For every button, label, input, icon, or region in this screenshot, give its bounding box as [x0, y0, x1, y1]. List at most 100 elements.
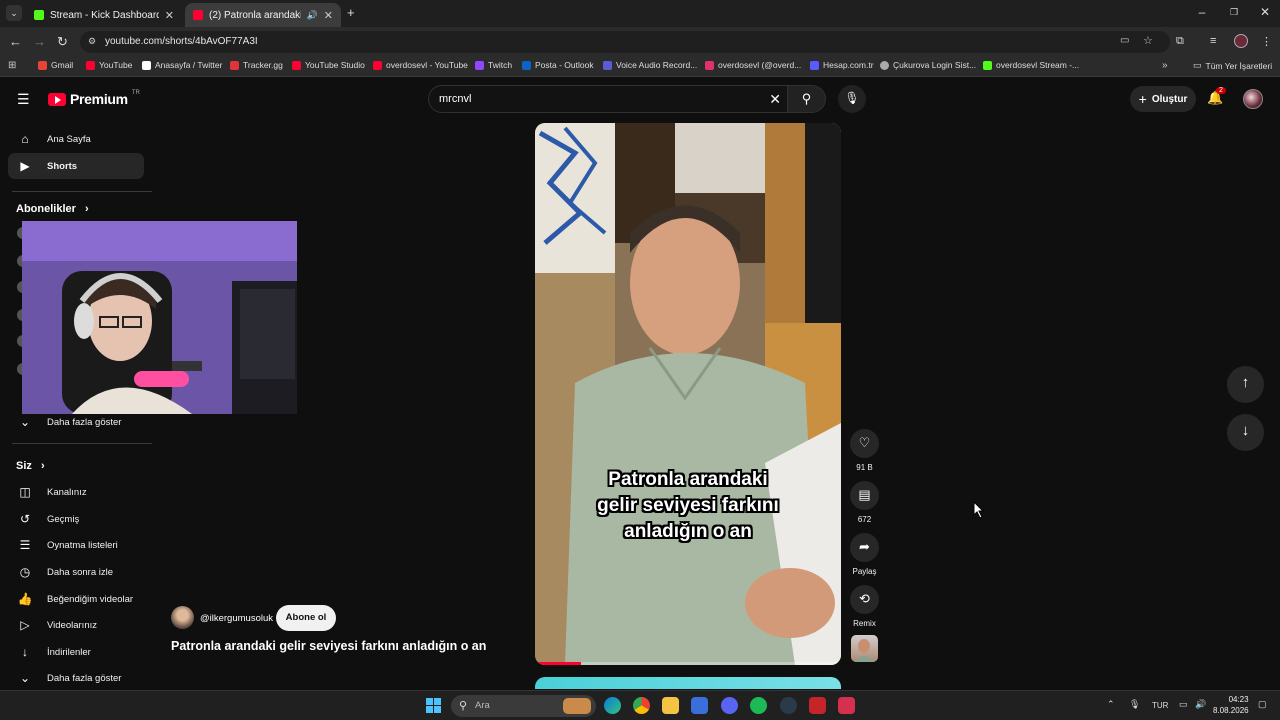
- bookmark-youtube-studio[interactable]: YouTube Studio: [292, 60, 365, 70]
- sidebar-item-downloads[interactable]: ↓ İndirilenler: [8, 639, 144, 665]
- minimize-button[interactable]: –: [1192, 5, 1212, 19]
- bookmark-overdosevl-youtube[interactable]: overdosevl - YouTube: [373, 60, 468, 70]
- tab-youtube-short[interactable]: (2) Patronla arandaki gelir s 🔊 ✕: [185, 3, 341, 27]
- windows-start-icon[interactable]: [426, 698, 441, 713]
- sidebar-item-shorts[interactable]: ▶ Shorts: [8, 153, 144, 179]
- new-tab-button[interactable]: +: [347, 5, 355, 20]
- spotify-icon[interactable]: [750, 697, 767, 714]
- channel-avatar[interactable]: [171, 606, 194, 629]
- language-indicator[interactable]: TUR: [1152, 701, 1168, 710]
- all-bookmarks-label: Tüm Yer İşaretleri: [1205, 60, 1273, 71]
- youtube-premium-logo[interactable]: Premium TR: [48, 90, 140, 107]
- bookmark-youtube[interactable]: YouTube: [86, 60, 132, 70]
- menu-dots-icon[interactable]: ⋮: [1261, 35, 1272, 48]
- subscriptions-heading[interactable]: Abonelikler ›: [16, 203, 89, 215]
- network-icon[interactable]: ▭: [1179, 699, 1188, 710]
- volume-icon[interactable]: 🔊: [1195, 699, 1206, 710]
- obs-icon[interactable]: [809, 697, 826, 714]
- sound-thumbnail[interactable]: [851, 635, 878, 662]
- sound-thumbnail-image: [854, 639, 875, 662]
- media-control-icon[interactable]: ≡: [1210, 35, 1216, 47]
- bookmark-kick-stream[interactable]: overdosevl Stream -...: [983, 60, 1079, 70]
- bookmark-hesap[interactable]: Hesap.com.tr: [810, 60, 874, 70]
- taskbar-clock[interactable]: 04:23 8.08.2026: [1213, 694, 1249, 716]
- reload-button[interactable]: ↻: [57, 34, 68, 50]
- sidebar-item-liked-videos[interactable]: 👍 Beğendiğim videolar: [8, 586, 144, 612]
- profile-avatar[interactable]: [1234, 34, 1248, 48]
- back-button[interactable]: ←: [9, 34, 22, 49]
- voice-search-button[interactable]: 🎙: [838, 85, 866, 113]
- taskbar-search[interactable]: ⚲ Ara: [451, 695, 596, 717]
- bookmark-outlook[interactable]: Posta - Outlook: [522, 60, 594, 70]
- apps-grid-icon[interactable]: ⊞: [8, 60, 16, 71]
- bookmark-voice-recorder[interactable]: Voice Audio Record...: [603, 60, 697, 70]
- clear-search-icon[interactable]: ✕: [769, 91, 781, 108]
- sidebar-item-your-channel[interactable]: ◫ Kanalınız: [8, 479, 144, 505]
- file-explorer-icon[interactable]: [662, 697, 679, 714]
- sidebar-item-playlists[interactable]: ☰ Oynatma listeleri: [8, 532, 144, 558]
- restore-button[interactable]: ❐: [1224, 7, 1244, 18]
- cast-icon[interactable]: ▭: [1120, 35, 1129, 46]
- you-show-more[interactable]: ⌄ Daha fazla göster: [8, 665, 144, 691]
- audio-playing-icon[interactable]: 🔊: [307, 10, 318, 21]
- discord-icon[interactable]: [721, 697, 738, 714]
- tray-chevron-icon[interactable]: ⌃: [1107, 699, 1115, 710]
- youtube-icon: [86, 60, 95, 70]
- chrome-icon[interactable]: [633, 697, 650, 714]
- sidebar-item-watch-later[interactable]: ◷ Daha sonra izle: [8, 559, 144, 585]
- sidebar-item-history[interactable]: ↺ Geçmiş: [8, 506, 144, 532]
- all-bookmarks-folder[interactable]: ▭ Tüm Yer İşaretleri: [1193, 60, 1272, 71]
- video-progress-bar[interactable]: [535, 662, 841, 665]
- remix-button[interactable]: ⟲: [850, 585, 879, 614]
- webcam-scene: [22, 221, 297, 414]
- extensions-icon[interactable]: ⧉: [1176, 35, 1184, 48]
- bookmark-star-icon[interactable]: ☆: [1143, 34, 1153, 47]
- short-title[interactable]: Patronla arandaki gelir seviyesi farkını…: [171, 639, 486, 653]
- search-input[interactable]: mrcnvl ✕: [428, 85, 788, 113]
- bookmark-twitter[interactable]: Anasayfa / Twitter: [142, 60, 222, 70]
- next-short-button[interactable]: ↓: [1227, 414, 1264, 451]
- bookmark-cukurova[interactable]: Çukurova Login Sist...: [880, 60, 976, 70]
- youtube-header: ☰ Premium TR mrcnvl ✕ ⚲ 🎙 + Oluştur 🔔 2: [0, 81, 1280, 117]
- tab-close-icon[interactable]: ✕: [324, 9, 333, 22]
- share-button[interactable]: ➦: [850, 533, 879, 562]
- tab-kick-dashboard[interactable]: Stream - Kick Dashboard ✕: [26, 3, 182, 27]
- bookmark-label: YouTube Studio: [305, 60, 365, 70]
- tab-search-button[interactable]: ⌄: [6, 5, 22, 21]
- create-button[interactable]: + Oluştur: [1130, 86, 1196, 112]
- close-window-button[interactable]: ✕: [1255, 5, 1275, 19]
- you-heading[interactable]: Siz ›: [16, 460, 45, 472]
- notifications-tray-icon[interactable]: ▢: [1258, 699, 1267, 710]
- search-button[interactable]: ⚲: [788, 85, 826, 113]
- comments-button[interactable]: ▤: [850, 481, 879, 510]
- bookmark-twitch[interactable]: Twitch: [475, 60, 512, 70]
- divider: [12, 191, 152, 192]
- next-short-preview[interactable]: [535, 677, 841, 689]
- site-info-icon[interactable]: ⚙: [88, 36, 96, 47]
- edge-icon[interactable]: [604, 697, 621, 714]
- menu-icon[interactable]: ☰: [17, 91, 30, 108]
- bookmark-instagram[interactable]: overdosevl (@overd...: [705, 60, 801, 70]
- channel-handle[interactable]: @ilkergumusoluk: [200, 613, 273, 624]
- logo-text: Premium: [70, 91, 128, 107]
- notification-count-badge: 2: [1216, 87, 1226, 94]
- previous-short-button[interactable]: ↑: [1227, 366, 1264, 403]
- account-avatar[interactable]: [1243, 89, 1263, 109]
- chevron-down-icon: ⌄: [19, 415, 31, 429]
- bookmark-gmail[interactable]: Gmail: [38, 60, 73, 70]
- short-video-player[interactable]: Patronla arandaki gelir seviyesi farkını…: [535, 123, 841, 665]
- sidebar-item-your-videos[interactable]: ▷ Videolarınız: [8, 612, 144, 638]
- more-bookmarks-icon[interactable]: »: [1162, 60, 1168, 71]
- store-icon[interactable]: [691, 697, 708, 714]
- microphone-tray-icon[interactable]: 🎙: [1129, 699, 1140, 710]
- tab-close-icon[interactable]: ✕: [165, 9, 174, 22]
- bookmark-tracker[interactable]: Tracker.gg: [230, 60, 283, 70]
- address-bar[interactable]: ⚙ youtube.com/shorts/4bAvOF77A3I ▭ ☆: [80, 31, 1170, 53]
- subscribe-button[interactable]: Abone ol: [276, 605, 336, 631]
- app-icon[interactable]: [838, 697, 855, 714]
- like-button[interactable]: ♡: [850, 429, 879, 458]
- sidebar-item-home[interactable]: ⌂ Ana Sayfa: [8, 126, 144, 152]
- forward-button[interactable]: →: [33, 34, 46, 49]
- x-icon: [142, 60, 151, 70]
- steam-icon[interactable]: [780, 697, 797, 714]
